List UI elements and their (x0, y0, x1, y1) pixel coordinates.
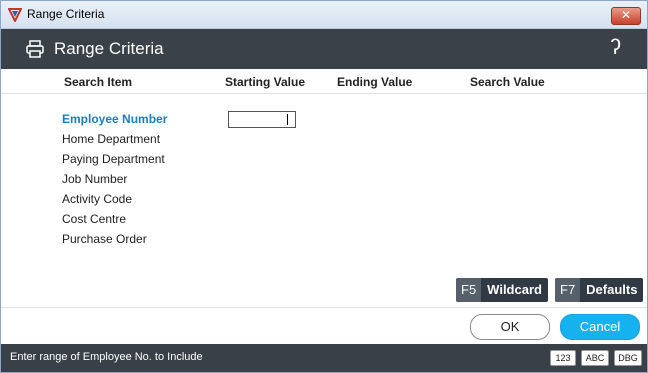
indicator-dbg: DBG (614, 350, 642, 366)
app-logo-icon (8, 8, 22, 22)
help-icon[interactable]: ʔ (611, 36, 622, 60)
list-item-home-department[interactable]: Home Department (62, 132, 160, 146)
status-bar: Enter range of Employee No. to Include 1… (1, 344, 647, 372)
close-button[interactable]: ✕ (611, 7, 641, 25)
indicator-abc: ABC (581, 350, 609, 366)
wildcard-key: F5 (456, 278, 482, 302)
column-ending-value: Ending Value (337, 75, 413, 89)
defaults-button[interactable]: F7 Defaults (555, 278, 644, 302)
close-icon: ✕ (620, 8, 632, 22)
divider (1, 307, 647, 308)
list-item-purchase-order[interactable]: Purchase Order (62, 232, 147, 246)
column-search-value: Search Value (470, 75, 545, 89)
text-caret (287, 114, 288, 125)
starting-value-input[interactable] (228, 111, 296, 128)
defaults-key: F7 (555, 278, 581, 302)
dialog-header: Range Criteria ʔ (1, 29, 647, 69)
list-item-employee-number[interactable]: Employee Number (62, 112, 167, 126)
wildcard-label: Wildcard (487, 282, 542, 297)
list-item-cost-centre[interactable]: Cost Centre (62, 212, 126, 226)
ok-button[interactable]: OK (470, 314, 550, 340)
indicator-123: 123 (550, 350, 576, 366)
list-item-job-number[interactable]: Job Number (62, 172, 127, 186)
column-starting-value: Starting Value (225, 75, 306, 89)
cancel-button[interactable]: Cancel (560, 314, 640, 340)
window-title: Range Criteria (27, 7, 105, 21)
defaults-label: Defaults (586, 282, 638, 297)
status-message: Enter range of Employee No. to Include (10, 351, 203, 363)
title-bar[interactable]: Range Criteria ✕ (1, 1, 647, 29)
wildcard-button[interactable]: F5 Wildcard (456, 278, 548, 302)
column-search-item: Search Item (64, 75, 133, 89)
print-icon[interactable] (25, 39, 45, 59)
page-title: Range Criteria (54, 39, 164, 58)
list-item-paying-department[interactable]: Paying Department (62, 152, 165, 166)
list-item-activity-code[interactable]: Activity Code (62, 192, 132, 206)
column-headers: Search Item Starting Value Ending Value … (1, 69, 647, 94)
range-criteria-window: Range Criteria ✕ Range Criteria ʔ Search… (0, 0, 648, 373)
